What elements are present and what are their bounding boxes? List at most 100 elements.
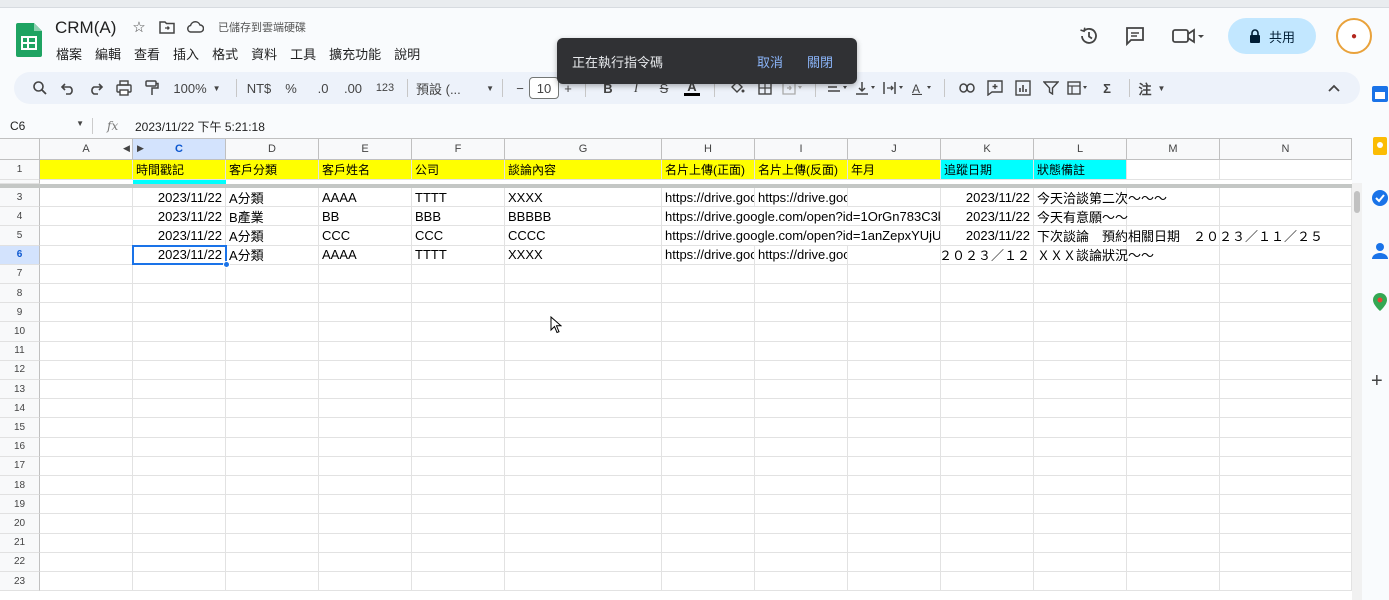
grid-cell[interactable] <box>40 207 133 227</box>
grid-cell[interactable] <box>941 495 1034 515</box>
grid-cell[interactable] <box>505 514 662 534</box>
data-cell-i[interactable]: https://drive.google.com/open?id= <box>755 188 848 208</box>
grid-cell[interactable] <box>662 322 755 342</box>
font-select[interactable]: 預設 (... ▼ <box>416 75 494 101</box>
grid-cell[interactable] <box>319 552 412 572</box>
grid-cell[interactable] <box>40 341 133 361</box>
grid-cell[interactable] <box>1220 533 1352 553</box>
grid-cell[interactable] <box>319 437 412 457</box>
grid-cell[interactable] <box>1127 456 1220 476</box>
fill-handle[interactable] <box>223 260 230 268</box>
grid-cell[interactable] <box>755 303 848 323</box>
grid-cell[interactable] <box>848 418 941 438</box>
keep-icon[interactable] <box>1370 136 1389 156</box>
grid-cell[interactable] <box>662 476 755 496</box>
grid-cell[interactable] <box>1127 495 1220 515</box>
grid-cell[interactable] <box>40 476 133 496</box>
grid-cell[interactable] <box>662 418 755 438</box>
grid-cell[interactable] <box>755 552 848 572</box>
header-cell-g[interactable]: 談論內容 <box>505 160 662 180</box>
data-cell-d[interactable]: A分類 <box>226 245 319 265</box>
header-cell-j[interactable]: 年月 <box>848 160 941 180</box>
grid-cell[interactable] <box>226 476 319 496</box>
grid-cell[interactable] <box>412 456 505 476</box>
increase-decimal-button[interactable]: .00 <box>339 75 367 101</box>
column-header-a[interactable]: A <box>40 139 133 160</box>
grid-cell[interactable] <box>755 456 848 476</box>
data-cell-k[interactable]: 2023/11/22 <box>941 226 1034 246</box>
column-header-g[interactable]: G <box>505 139 662 160</box>
grid-cell[interactable] <box>1034 533 1127 553</box>
grid-cell[interactable] <box>848 341 941 361</box>
grid-cell[interactable] <box>505 418 662 438</box>
column-header-i[interactable]: I <box>755 139 848 160</box>
grid-cell[interactable] <box>133 380 226 400</box>
sheets-logo-icon[interactable] <box>16 23 42 57</box>
grid-cell[interactable] <box>226 399 319 419</box>
grid-cell[interactable] <box>1034 476 1127 496</box>
grid-cell[interactable] <box>755 437 848 457</box>
grid-cell[interactable] <box>319 341 412 361</box>
tasks-icon[interactable] <box>1370 188 1389 208</box>
zoom-select[interactable]: 100% ▼ <box>166 75 228 101</box>
toast-cancel-button[interactable]: 取消 <box>757 52 783 71</box>
data-cell-f[interactable]: CCC <box>412 226 505 246</box>
row-header-5[interactable]: 5 <box>0 226 40 246</box>
add-addon-icon[interactable]: + <box>1371 370 1383 393</box>
grid-cell[interactable] <box>40 418 133 438</box>
data-cell-d[interactable]: A分類 <box>226 226 319 246</box>
hidden-column-right-arrow-icon[interactable]: ▶ <box>137 143 144 154</box>
scrollbar-thumb[interactable] <box>1354 191 1360 213</box>
data-cell-c[interactable]: 2023/11/22 <box>133 188 226 208</box>
grid-cell[interactable] <box>848 533 941 553</box>
grid-cell[interactable] <box>941 418 1034 438</box>
version-history-icon[interactable] <box>1076 23 1102 49</box>
data-cell-e[interactable]: AAAA <box>319 245 412 265</box>
grid-cell[interactable] <box>40 188 133 208</box>
font-size-input[interactable]: 10 <box>529 77 559 99</box>
redo-icon[interactable] <box>82 75 110 101</box>
column-header-m[interactable]: M <box>1127 139 1220 160</box>
data-cell-l[interactable]: 下次談論 預約相關日期 ２０２３／１１／２５ <box>1034 226 1323 246</box>
grid-cell[interactable] <box>412 322 505 342</box>
grid-cell[interactable] <box>848 514 941 534</box>
grid-cell[interactable] <box>133 341 226 361</box>
column-header-n[interactable]: N <box>1220 139 1352 160</box>
frozen-row-divider[interactable] <box>0 184 1352 188</box>
grid-cell[interactable] <box>941 533 1034 553</box>
collapse-menus-icon[interactable] <box>1320 75 1348 101</box>
header-cell-h[interactable]: 名片上傳(正面) <box>662 160 755 180</box>
data-cell-i[interactable]: https://drive.google.com/open?id= <box>755 245 848 265</box>
menu-help[interactable]: 說明 <box>394 44 420 63</box>
grid-cell[interactable] <box>1034 264 1127 284</box>
grid-cell[interactable] <box>755 360 848 380</box>
grid-cell[interactable] <box>755 380 848 400</box>
grid-cell[interactable] <box>755 322 848 342</box>
toast-close-button[interactable]: 關閉 <box>807 52 833 71</box>
grid-cell[interactable] <box>505 572 662 592</box>
menu-format[interactable]: 格式 <box>212 44 238 63</box>
data-cell-h[interactable]: https://drive.google.com/open?id=1OrGn78… <box>662 207 941 227</box>
search-menus-icon[interactable] <box>26 75 54 101</box>
grid-cell[interactable] <box>1220 476 1352 496</box>
input-tools-icon[interactable]: 注 ▼ <box>1138 75 1166 101</box>
calendar-icon[interactable] <box>1370 84 1389 104</box>
grid-cell[interactable] <box>755 399 848 419</box>
grid-cell[interactable] <box>941 476 1034 496</box>
grid-cell[interactable] <box>1034 303 1127 323</box>
grid-cell[interactable] <box>40 380 133 400</box>
grid-cell[interactable] <box>848 303 941 323</box>
grid-cell[interactable] <box>412 303 505 323</box>
grid-cell[interactable] <box>319 380 412 400</box>
grid-cell[interactable] <box>1127 437 1220 457</box>
row-header-8[interactable]: 8 <box>0 284 40 304</box>
grid-cell[interactable] <box>412 514 505 534</box>
maps-icon[interactable] <box>1370 292 1389 312</box>
grid-cell[interactable] <box>1220 341 1352 361</box>
grid-cell[interactable] <box>941 552 1034 572</box>
functions-icon[interactable]: Σ <box>1093 75 1121 101</box>
grid-cell[interactable] <box>662 264 755 284</box>
grid-cell[interactable] <box>40 360 133 380</box>
grid-cell[interactable] <box>133 456 226 476</box>
hidden-column-left-arrow-icon[interactable]: ◀ <box>123 143 130 154</box>
